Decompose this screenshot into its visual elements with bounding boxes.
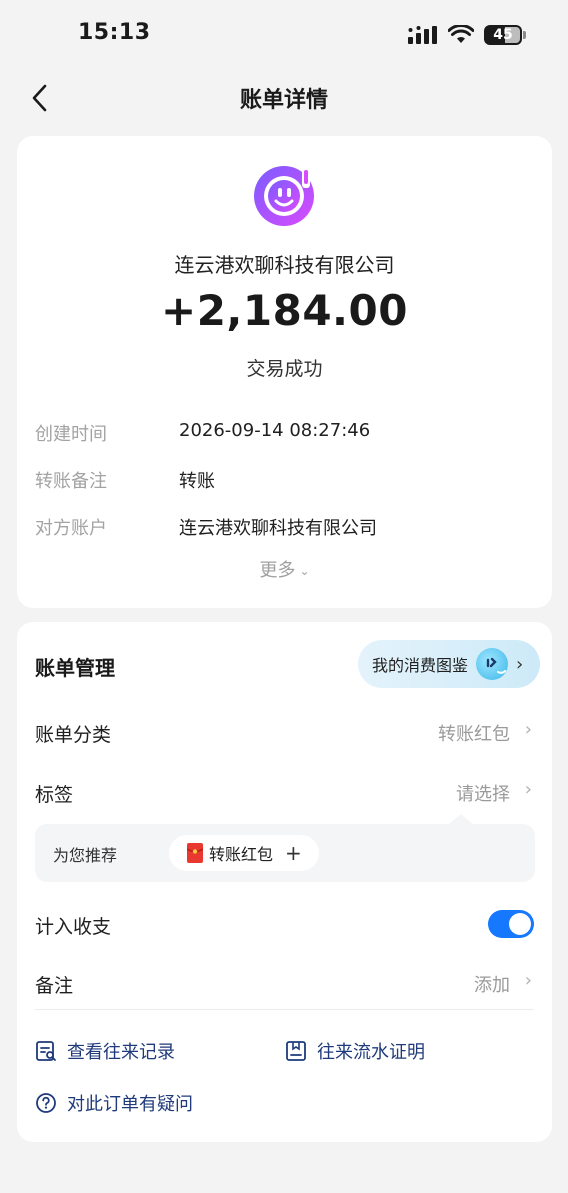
red-packet-icon — [187, 843, 203, 863]
detail-row-transfer-note: 转账备注 转账 — [17, 467, 552, 497]
detail-row-counterparty: 对方账户 连云港欢聊科技有限公司 — [17, 514, 552, 544]
bill-summary-card: 连云港欢聊科技有限公司 +2,184.00 交易成功 创建时间 2026-09-… — [17, 136, 552, 608]
nav-bar: 账单详情 — [0, 70, 568, 126]
document-icon — [286, 1041, 306, 1061]
view-records-link[interactable]: 查看往来记录 — [35, 1036, 175, 1066]
note-label: 备注 — [35, 975, 74, 997]
note-row[interactable]: 备注 添加 › — [17, 965, 552, 1005]
chevron-down-icon: ⌄ — [299, 564, 310, 578]
merchant-logo — [254, 166, 314, 226]
section-title: 账单管理 — [35, 656, 115, 680]
include-balance-row: 计入收支 — [17, 906, 552, 946]
chip-label: 转账红包 — [209, 845, 274, 864]
include-label: 计入收支 — [35, 916, 112, 938]
divider — [35, 1009, 534, 1010]
include-balance-toggle[interactable] — [488, 910, 534, 938]
page-title: 账单详情 — [239, 88, 328, 113]
detail-label: 转账备注 — [35, 471, 107, 492]
signal-icon — [408, 26, 437, 44]
tag-row[interactable]: 标签 请选择 › — [17, 774, 552, 814]
consume-atlas-label: 我的消费图鉴 — [372, 656, 469, 675]
status-bar: 15:13 45 — [0, 0, 568, 70]
category-row[interactable]: 账单分类 转账红包 › — [17, 714, 552, 754]
mascot-icon — [476, 648, 509, 680]
status-icons: 45 — [408, 22, 526, 48]
category-label: 账单分类 — [35, 724, 112, 746]
merchant-name: 连云港欢聊科技有限公司 — [174, 253, 395, 277]
tag-label: 标签 — [35, 784, 74, 806]
detail-row-created-time: 创建时间 2026-09-14 08:27:46 — [17, 420, 552, 450]
battery-level: 45 — [493, 27, 513, 43]
statement-proof-link[interactable]: 往来流水证明 — [285, 1036, 425, 1066]
detail-label: 对方账户 — [35, 518, 107, 539]
tag-recommendation: 为您推荐 转账红包 + — [35, 814, 535, 882]
status-time: 15:13 — [78, 20, 151, 45]
detail-label: 创建时间 — [35, 424, 107, 445]
bill-amount: +2,184.00 — [161, 286, 408, 335]
statement-proof-label: 往来流水证明 — [317, 1042, 425, 1063]
consume-atlas-button[interactable]: 我的消费图鉴 › — [358, 640, 540, 688]
recommend-chip-transfer-redpacket[interactable]: 转账红包 + — [169, 835, 319, 871]
recommend-label: 为您推荐 — [53, 846, 118, 865]
detail-value: 转账 — [179, 471, 215, 492]
wifi-icon — [448, 25, 474, 43]
chevron-right-icon: › — [524, 970, 532, 991]
category-value: 转账红包 — [438, 724, 510, 745]
more-button[interactable]: 更多 ⌄ — [17, 556, 552, 582]
chevron-right-icon: › — [524, 719, 532, 740]
note-value: 添加 — [474, 975, 510, 996]
view-records-label: 查看往来记录 — [67, 1042, 175, 1063]
bill-management-card: 账单管理 我的消费图鉴 › 账单分类 转账红包 › 标签 请选择 › 为您推荐 … — [17, 622, 552, 1142]
trade-status: 交易成功 — [246, 358, 323, 380]
detail-value: 2026-09-14 08:27:46 — [179, 420, 371, 441]
order-question-link[interactable]: 对此订单有疑问 — [35, 1088, 193, 1118]
battery-icon: 45 — [484, 25, 526, 45]
records-icon — [36, 1041, 56, 1061]
chevron-right-icon: › — [516, 653, 524, 675]
plus-icon: + — [285, 841, 302, 865]
order-question-label: 对此订单有疑问 — [67, 1094, 193, 1115]
detail-value: 连云港欢聊科技有限公司 — [179, 518, 377, 539]
chevron-right-icon: › — [524, 779, 532, 800]
tag-value: 请选择 — [456, 784, 510, 805]
more-label: 更多 — [259, 560, 296, 581]
question-circle-icon — [36, 1093, 56, 1113]
